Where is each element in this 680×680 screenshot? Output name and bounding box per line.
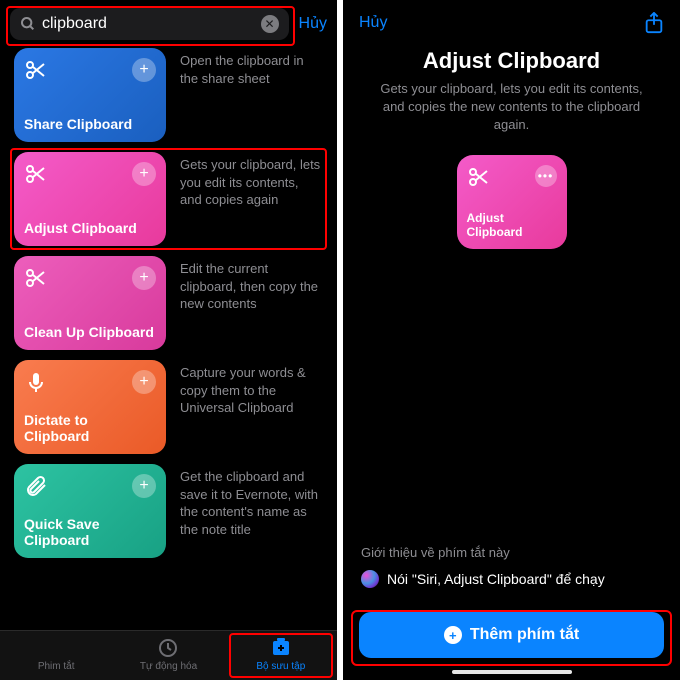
add-tile-button[interactable]: +: [132, 266, 156, 290]
tab-label: Bộ sưu tập: [256, 661, 305, 672]
mic-icon: [24, 370, 48, 394]
spacer: [343, 249, 680, 545]
search-icon: [20, 16, 36, 32]
shortcuts-icon: [42, 637, 70, 659]
search-row: ✕ Hủy: [0, 0, 337, 48]
plus-icon: +: [444, 626, 462, 644]
share-icon[interactable]: [644, 12, 664, 34]
search-bar[interactable]: ✕: [10, 8, 289, 40]
result-row: + Dictate to Clipboard Capture your word…: [14, 360, 323, 454]
scissors-icon: [24, 162, 48, 186]
shortcut-tile-share-clipboard[interactable]: + Share Clipboard: [14, 48, 166, 142]
tile-title: Clean Up Clipboard: [24, 324, 156, 340]
shortcut-preview-tile[interactable]: ••• Adjust Clipboard: [457, 155, 567, 249]
tile-title: Share Clipboard: [24, 116, 156, 132]
add-button-label: Thêm phím tắt: [470, 626, 579, 644]
tab-bar: Phim tắt Tự động hóa Bộ sưu tập: [0, 630, 337, 680]
result-row: + Clean Up Clipboard Edit the current cl…: [14, 256, 323, 350]
shortcut-tile-quicksave-clipboard[interactable]: + Quick Save Clipboard: [14, 464, 166, 558]
scissors-icon: [467, 165, 491, 189]
automation-icon: [154, 637, 182, 659]
shortcut-detail-screen: Hủy Adjust Clipboard Gets your clipboard…: [343, 0, 680, 680]
search-input[interactable]: [42, 15, 255, 33]
cancel-button[interactable]: Hủy: [359, 14, 387, 32]
page-subtitle: Gets your clipboard, lets you edit its c…: [343, 80, 680, 155]
result-desc: Capture your words & copy them to the Un…: [180, 360, 323, 417]
cancel-button[interactable]: Hủy: [299, 15, 327, 33]
result-row: + Adjust Clipboard Gets your clipboard, …: [14, 152, 323, 246]
scissors-icon: [24, 58, 48, 82]
shortcut-tile-cleanup-clipboard[interactable]: + Clean Up Clipboard: [14, 256, 166, 350]
more-icon[interactable]: •••: [535, 165, 557, 187]
result-row: + Quick Save Clipboard Get the clipboard…: [14, 464, 323, 558]
tab-gallery[interactable]: Bộ sưu tập: [225, 637, 337, 672]
siri-hint-text: Nói "Siri, Adjust Clipboard" để chạy: [387, 571, 605, 587]
shortcut-tile-dictate-clipboard[interactable]: + Dictate to Clipboard: [14, 360, 166, 454]
siri-icon: [361, 570, 379, 588]
result-desc: Edit the current clipboard, then copy th…: [180, 256, 323, 313]
tile-title: Quick Save Clipboard: [24, 516, 156, 548]
intro-section: Giới thiệu về phím tắt này Nói "Siri, Ad…: [343, 545, 680, 612]
tile-title: Adjust Clipboard: [24, 220, 156, 236]
paperclip-icon: [24, 474, 48, 498]
add-tile-button[interactable]: +: [132, 58, 156, 82]
add-tile-button[interactable]: +: [132, 370, 156, 394]
tab-shortcuts[interactable]: Phim tắt: [0, 637, 112, 672]
tab-automation[interactable]: Tự động hóa: [112, 637, 224, 672]
add-shortcut-button[interactable]: + Thêm phím tắt: [359, 612, 664, 658]
clear-icon[interactable]: ✕: [261, 15, 279, 33]
scissors-icon: [24, 266, 48, 290]
gallery-icon: [267, 637, 295, 659]
result-row: + Share Clipboard Open the clipboard in …: [14, 48, 323, 142]
intro-label: Giới thiệu về phím tắt này: [361, 545, 662, 560]
tab-label: Phim tắt: [38, 661, 75, 672]
gallery-search-screen: ✕ Hủy + Share Clipboard Open the clipboa…: [0, 0, 337, 680]
tab-label: Tự động hóa: [140, 661, 197, 672]
tile-title: Adjust Clipboard: [467, 211, 557, 239]
page-title: Adjust Clipboard: [343, 40, 680, 80]
siri-hint-row: Nói "Siri, Adjust Clipboard" để chạy: [361, 570, 662, 588]
add-button-wrap: + Thêm phím tắt: [343, 612, 680, 670]
detail-header: Hủy: [343, 0, 680, 40]
result-desc: Get the clipboard and save it to Evernot…: [180, 464, 323, 538]
tile-title: Dictate to Clipboard: [24, 412, 156, 444]
result-desc: Gets your clipboard, lets you edit its c…: [180, 152, 323, 209]
shortcut-tile-adjust-clipboard[interactable]: + Adjust Clipboard: [14, 152, 166, 246]
search-results: + Share Clipboard Open the clipboard in …: [0, 48, 337, 630]
result-desc: Open the clipboard in the share sheet: [180, 48, 323, 87]
home-indicator: [452, 670, 572, 674]
add-tile-button[interactable]: +: [132, 474, 156, 498]
add-tile-button[interactable]: +: [132, 162, 156, 186]
